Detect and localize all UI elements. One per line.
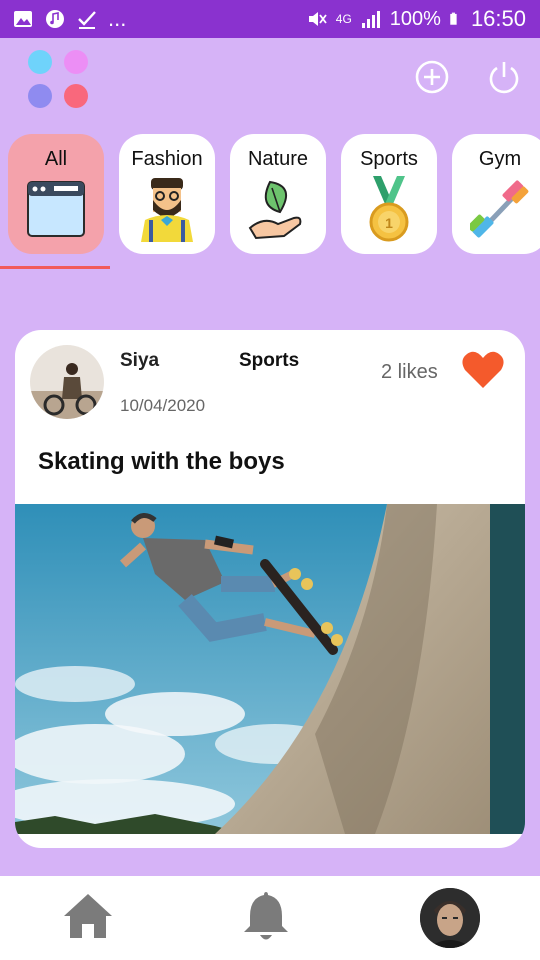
profile-avatar-image bbox=[420, 888, 480, 948]
logo-dot bbox=[28, 84, 52, 108]
category-label: Nature bbox=[247, 148, 309, 170]
signal-icon bbox=[361, 11, 380, 28]
profile-avatar[interactable] bbox=[420, 888, 480, 948]
battery-icon bbox=[450, 12, 457, 25]
category-sports[interactable]: Sports 1 bbox=[341, 134, 437, 254]
medal-icon: 1 bbox=[369, 176, 409, 242]
skateboard-photo bbox=[15, 504, 525, 834]
image-icon bbox=[14, 11, 32, 27]
category-strip: All Fashion Nature Sports 1 Gym bbox=[0, 134, 540, 272]
home-icon[interactable] bbox=[58, 886, 118, 946]
logo-dot bbox=[64, 50, 88, 74]
author-avatar-image bbox=[30, 345, 104, 419]
post-card[interactable]: Siya Sports 10/04/2020 2 likes Skating w… bbox=[15, 330, 525, 848]
post-author[interactable]: Siya bbox=[120, 350, 159, 372]
active-category-indicator bbox=[0, 266, 110, 269]
bell-icon[interactable] bbox=[236, 886, 296, 946]
status-left: ... bbox=[12, 7, 126, 31]
category-nature[interactable]: Nature bbox=[230, 134, 326, 254]
hipster-man-icon bbox=[141, 178, 193, 242]
check-icon bbox=[78, 11, 96, 29]
logo-dot bbox=[28, 50, 52, 74]
music-icon bbox=[46, 10, 64, 28]
post-image[interactable] bbox=[15, 504, 525, 834]
like-count: 2 likes bbox=[381, 361, 438, 383]
category-label: Sports bbox=[360, 148, 418, 170]
bottom-nav bbox=[0, 876, 540, 960]
power-icon[interactable] bbox=[485, 58, 523, 96]
category-label: Gym bbox=[478, 148, 522, 170]
status-bar: ... 4G 100% 16:50 bbox=[0, 0, 540, 38]
svg-text:1: 1 bbox=[385, 215, 393, 231]
add-circle-icon[interactable] bbox=[413, 58, 451, 96]
dumbbell-icon bbox=[470, 180, 529, 238]
category-label: Fashion bbox=[131, 148, 203, 170]
category-all[interactable]: All bbox=[8, 134, 104, 254]
category-gym[interactable]: Gym bbox=[452, 134, 540, 254]
author-avatar[interactable] bbox=[30, 345, 104, 419]
window-icon bbox=[27, 181, 85, 237]
leaf-hand-icon bbox=[248, 180, 302, 240]
app-logo bbox=[28, 50, 90, 112]
post-category: Sports bbox=[239, 350, 300, 371]
mute-icon bbox=[308, 12, 327, 26]
post-title: Skating with the boys bbox=[38, 448, 285, 475]
category-fashion[interactable]: Fashion bbox=[119, 134, 215, 254]
category-label: All bbox=[44, 148, 68, 170]
logo-dot bbox=[64, 84, 88, 108]
network-type: 4G bbox=[335, 12, 352, 26]
battery-percent: 100% bbox=[389, 8, 441, 30]
clock: 16:50 bbox=[470, 6, 526, 31]
heart-icon[interactable] bbox=[461, 350, 505, 390]
status-right: 4G 100% 16:50 bbox=[306, 6, 526, 32]
post-date: 10/04/2020 bbox=[120, 396, 206, 415]
status-ellipsis: ... bbox=[108, 6, 127, 31]
app-header bbox=[0, 38, 540, 134]
